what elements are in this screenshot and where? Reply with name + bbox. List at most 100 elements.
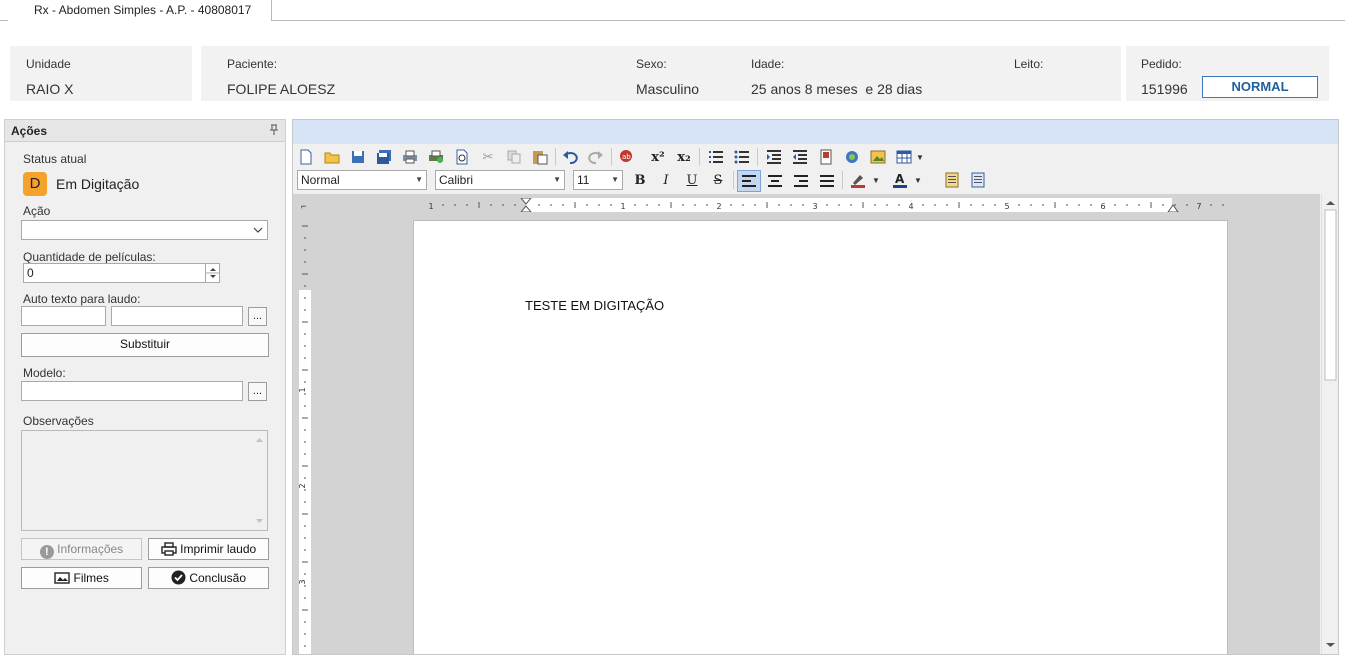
- acao-select[interactable]: [21, 220, 268, 240]
- document-page[interactable]: TESTE EM DIGITAÇÃO: [413, 220, 1228, 654]
- auto-texto-code-input[interactable]: [21, 306, 106, 326]
- vertical-ruler[interactable]: 1 2 3: [299, 220, 311, 654]
- font-family-select[interactable]: Calibri ▼: [435, 170, 565, 190]
- svg-text:7: 7: [1196, 202, 1201, 211]
- hyperlink-icon[interactable]: [843, 148, 861, 166]
- pin-icon[interactable]: [269, 124, 279, 136]
- substituir-button[interactable]: Substituir: [21, 333, 269, 357]
- qtd-peliculas-label: Quantidade de películas:: [23, 250, 156, 264]
- increase-indent-icon[interactable]: [765, 148, 783, 166]
- svg-text:2: 2: [299, 483, 307, 488]
- sexo-label: Sexo:: [636, 57, 667, 71]
- spell-check-icon[interactable]: ab: [617, 148, 635, 166]
- auto-texto-browse-button[interactable]: ...: [248, 307, 267, 326]
- informacoes-button[interactable]: ! Informações: [21, 538, 142, 560]
- tab-stop-icon[interactable]: ⌐: [301, 201, 311, 211]
- unidade-value: RAIO X: [26, 81, 74, 97]
- strikethrough-icon[interactable]: S: [709, 171, 727, 189]
- document-tab[interactable]: Rx - Abdomen Simples - A.P. - 40808017: [8, 0, 272, 21]
- svg-text:4: 4: [908, 202, 913, 211]
- paragraph-settings-icon[interactable]: [943, 171, 961, 189]
- svg-text:3: 3: [812, 202, 817, 211]
- actions-panel-header: Ações: [5, 120, 285, 142]
- copy-icon[interactable]: [505, 148, 523, 166]
- stepper-arrows-icon[interactable]: [205, 264, 220, 282]
- align-right-icon[interactable]: [792, 172, 810, 190]
- svg-text:ab: ab: [622, 153, 631, 161]
- paragraph-style-select[interactable]: Normal ▼: [297, 170, 427, 190]
- modelo-input[interactable]: [21, 381, 243, 401]
- align-center-icon[interactable]: [766, 172, 784, 190]
- paciente-value: FOLIPE ALOESZ: [227, 81, 336, 97]
- conclusao-button[interactable]: Conclusão: [148, 567, 269, 589]
- quick-print-icon[interactable]: [427, 148, 445, 166]
- print-icon[interactable]: [401, 148, 419, 166]
- editor-vertical-scrollbar[interactable]: [1321, 194, 1338, 654]
- highlight-color-icon[interactable]: [849, 171, 867, 189]
- observacoes-textarea[interactable]: [21, 430, 268, 531]
- report-editor: ✂ ab x² x₂ ▼ Normal ▼ Calibri ▼ 1 1 ▼ B I…: [292, 119, 1339, 655]
- status-badge: NORMAL: [1202, 76, 1318, 98]
- subscript-icon[interactable]: x₂: [675, 148, 693, 166]
- font-color-icon[interactable]: A: [891, 171, 909, 189]
- chevron-down-icon: ▼: [553, 175, 561, 184]
- observacoes-scrollbar[interactable]: [253, 432, 266, 529]
- toolbar-separator: [757, 148, 758, 166]
- editor-header-bar: [293, 120, 1338, 144]
- chevron-down-icon: ▼: [611, 175, 619, 184]
- document-tab-strip: Rx - Abdomen Simples - A.P. - 40808017: [0, 0, 1345, 21]
- filmes-button[interactable]: Filmes: [21, 567, 142, 589]
- svg-text:1: 1: [428, 202, 433, 211]
- image-icon: [54, 570, 70, 590]
- italic-icon[interactable]: I: [657, 171, 675, 189]
- status-letter-icon: D: [23, 172, 47, 196]
- numbered-list-icon[interactable]: [707, 148, 725, 166]
- svg-text:1: 1: [620, 202, 625, 211]
- page-settings-icon[interactable]: [969, 171, 987, 189]
- pedido-value: 151996: [1141, 81, 1188, 97]
- idade-label: Idade:: [751, 57, 785, 71]
- pedido-label: Pedido:: [1141, 57, 1182, 71]
- qtd-peliculas-stepper[interactable]: 0: [23, 263, 220, 283]
- horizontal-ruler[interactable]: 1 1 2 3 4 5 6 7: [413, 198, 1228, 212]
- superscript-icon[interactable]: x²: [649, 148, 667, 166]
- sexo-value: Masculino: [636, 81, 700, 97]
- highlight-dropdown-icon[interactable]: ▼: [871, 171, 881, 189]
- open-folder-icon[interactable]: [323, 148, 341, 166]
- toolbar-separator: [699, 148, 700, 166]
- undo-icon[interactable]: [561, 148, 579, 166]
- observacoes-label: Observações: [23, 414, 94, 428]
- bullet-list-icon[interactable]: [733, 148, 751, 166]
- cut-icon[interactable]: ✂: [479, 148, 497, 166]
- check-circle-icon: [171, 570, 186, 591]
- insert-table-icon[interactable]: [895, 148, 913, 166]
- new-document-icon[interactable]: [297, 148, 315, 166]
- idade-value: 25 anos 8 meses e 28 dias: [751, 81, 923, 97]
- save-all-icon[interactable]: [375, 148, 393, 166]
- align-justify-icon[interactable]: [818, 172, 836, 190]
- toolbar-row-2: Normal ▼ Calibri ▼ 11 ▼ B I U S ▼ A ▼: [293, 170, 1338, 192]
- auto-texto-desc-input[interactable]: [111, 306, 243, 326]
- toolbar-separator: [611, 148, 612, 166]
- align-left-icon[interactable]: [737, 170, 761, 192]
- redo-icon[interactable]: [587, 148, 605, 166]
- svg-text:A: A: [895, 172, 905, 186]
- print-preview-icon[interactable]: [453, 148, 471, 166]
- font-size-select[interactable]: 11 ▼: [573, 170, 623, 190]
- document-text[interactable]: TESTE EM DIGITAÇÃO: [525, 298, 664, 313]
- document-area[interactable]: ⌐ 1 1 2 3 4 5 6 7 1 2 3 TESTE EM DIGITAÇÃO: [293, 194, 1320, 654]
- decrease-indent-icon[interactable]: [791, 148, 809, 166]
- bold-icon[interactable]: B: [631, 171, 649, 189]
- font-color-dropdown-icon[interactable]: ▼: [913, 171, 923, 189]
- acao-label: Ação: [23, 204, 51, 218]
- page-break-icon[interactable]: [817, 148, 835, 166]
- save-icon[interactable]: [349, 148, 367, 166]
- insert-picture-icon[interactable]: [869, 148, 887, 166]
- auto-texto-label: Auto texto para laudo:: [23, 292, 141, 306]
- modelo-browse-button[interactable]: ...: [248, 382, 267, 401]
- paste-icon[interactable]: [531, 148, 549, 166]
- imprimir-laudo-button[interactable]: Imprimir laudo: [148, 538, 269, 560]
- underline-icon[interactable]: U: [683, 171, 701, 189]
- actions-panel: Ações Status atual D Em Digitação Ação Q…: [4, 119, 286, 655]
- table-dropdown-icon[interactable]: ▼: [915, 148, 925, 166]
